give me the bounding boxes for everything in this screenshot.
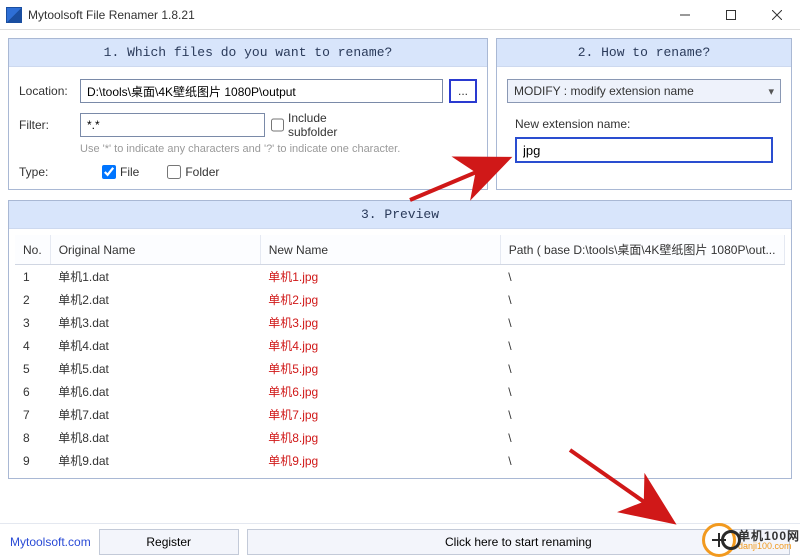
cell-no: 2 bbox=[15, 288, 50, 311]
table-row[interactable]: 7单机7.dat单机7.jpg\ bbox=[15, 403, 785, 426]
type-folder-input[interactable] bbox=[167, 165, 181, 179]
cell-newname: 单机3.jpg bbox=[260, 311, 500, 334]
type-file-label: File bbox=[120, 165, 139, 179]
include-subfolder-label: Include subfolder bbox=[288, 111, 337, 139]
table-row[interactable]: 4单机4.dat单机4.jpg\ bbox=[15, 334, 785, 357]
location-input[interactable] bbox=[80, 79, 443, 103]
cell-no: 9 bbox=[15, 449, 50, 472]
maximize-button[interactable] bbox=[708, 0, 754, 29]
cell-newname: 单机7.jpg bbox=[260, 403, 500, 426]
cell-original: 单机8.dat bbox=[50, 426, 260, 449]
new-extension-label: New extension name: bbox=[515, 117, 781, 131]
close-button[interactable] bbox=[754, 0, 800, 29]
cell-original: 单机9.dat bbox=[50, 449, 260, 472]
vendor-link[interactable]: Mytoolsoft.com bbox=[10, 535, 91, 549]
table-row[interactable]: 6单机6.dat单机6.jpg\ bbox=[15, 380, 785, 403]
cell-no: 5 bbox=[15, 357, 50, 380]
cell-path: \ bbox=[500, 265, 784, 289]
table-row[interactable]: 8单机8.dat单机8.jpg\ bbox=[15, 426, 785, 449]
cell-original: 单机1.dat bbox=[50, 265, 260, 289]
cell-path: \ bbox=[500, 288, 784, 311]
panel-how-to-rename: 2. How to rename? MODIFY : modify extens… bbox=[496, 38, 792, 190]
filter-hint: Use '*' to indicate any characters and '… bbox=[80, 143, 477, 155]
cell-newname: 单机5.jpg bbox=[260, 357, 500, 380]
register-button[interactable]: Register bbox=[99, 529, 239, 555]
cell-path: \ bbox=[500, 311, 784, 334]
cell-newname: 单机1.jpg bbox=[260, 265, 500, 289]
footer: Mytoolsoft.com Register Click here to st… bbox=[0, 523, 800, 559]
cell-path: \ bbox=[500, 380, 784, 403]
cell-newname: 单机9.jpg bbox=[260, 449, 500, 472]
title-bar: Mytoolsoft File Renamer 1.8.21 bbox=[0, 0, 800, 30]
cell-original: 单机6.dat bbox=[50, 380, 260, 403]
panel-how-title: 2. How to rename? bbox=[497, 39, 791, 67]
col-newname-header[interactable]: New Name bbox=[260, 235, 500, 265]
cell-no: 8 bbox=[15, 426, 50, 449]
rename-mode-value: MODIFY : modify extension name bbox=[514, 84, 694, 98]
chevron-down-icon: ▾ bbox=[768, 85, 774, 98]
cell-original: 单机4.dat bbox=[50, 334, 260, 357]
panel-preview: 3. Preview No. Original Name New Name Pa… bbox=[8, 200, 792, 479]
window-title: Mytoolsoft File Renamer 1.8.21 bbox=[28, 8, 662, 22]
table-row[interactable]: 2单机2.dat单机2.jpg\ bbox=[15, 288, 785, 311]
filter-input[interactable] bbox=[80, 113, 265, 137]
table-row[interactable]: 1单机1.dat单机1.jpg\ bbox=[15, 265, 785, 289]
col-path-header[interactable]: Path ( base D:\tools\桌面\4K壁纸图片 1080P\out… bbox=[500, 235, 784, 265]
cell-original: 单机5.dat bbox=[50, 357, 260, 380]
cell-path: \ bbox=[500, 357, 784, 380]
new-extension-input[interactable] bbox=[515, 137, 773, 163]
cell-path: \ bbox=[500, 449, 784, 472]
cell-path: \ bbox=[500, 334, 784, 357]
rename-mode-select[interactable]: MODIFY : modify extension name ▾ bbox=[507, 79, 781, 103]
preview-table: No. Original Name New Name Path ( base D… bbox=[15, 235, 785, 472]
panel-select-files-title: 1. Which files do you want to rename? bbox=[9, 39, 487, 67]
cell-newname: 单机6.jpg bbox=[260, 380, 500, 403]
location-label: Location: bbox=[19, 84, 74, 98]
cell-original: 单机7.dat bbox=[50, 403, 260, 426]
cell-no: 3 bbox=[15, 311, 50, 334]
start-renaming-button[interactable]: Click here to start renaming bbox=[247, 529, 790, 555]
cell-no: 6 bbox=[15, 380, 50, 403]
cell-path: \ bbox=[500, 426, 784, 449]
type-file-input[interactable] bbox=[102, 165, 116, 179]
type-folder-checkbox[interactable]: Folder bbox=[167, 165, 219, 179]
cell-newname: 单机4.jpg bbox=[260, 334, 500, 357]
cell-original: 单机2.dat bbox=[50, 288, 260, 311]
include-subfolder-checkbox[interactable]: Include subfolder bbox=[271, 111, 326, 139]
browse-button[interactable]: ... bbox=[449, 79, 477, 103]
type-file-checkbox[interactable]: File bbox=[102, 165, 139, 179]
filter-label: Filter: bbox=[19, 118, 74, 132]
cell-no: 4 bbox=[15, 334, 50, 357]
panel-select-files: 1. Which files do you want to rename? Lo… bbox=[8, 38, 488, 190]
type-folder-label: Folder bbox=[185, 165, 219, 179]
app-icon bbox=[6, 7, 22, 23]
cell-newname: 单机2.jpg bbox=[260, 288, 500, 311]
cell-no: 7 bbox=[15, 403, 50, 426]
cell-newname: 单机8.jpg bbox=[260, 426, 500, 449]
include-subfolder-input[interactable] bbox=[271, 118, 284, 132]
type-label: Type: bbox=[19, 165, 74, 179]
cell-original: 单机3.dat bbox=[50, 311, 260, 334]
table-row[interactable]: 9单机9.dat单机9.jpg\ bbox=[15, 449, 785, 472]
panel-preview-title: 3. Preview bbox=[9, 201, 791, 229]
cell-path: \ bbox=[500, 403, 784, 426]
col-no-header[interactable]: No. bbox=[15, 235, 50, 265]
col-original-header[interactable]: Original Name bbox=[50, 235, 260, 265]
minimize-button[interactable] bbox=[662, 0, 708, 29]
cell-no: 1 bbox=[15, 265, 50, 289]
table-row[interactable]: 5单机5.dat单机5.jpg\ bbox=[15, 357, 785, 380]
table-row[interactable]: 3单机3.dat单机3.jpg\ bbox=[15, 311, 785, 334]
